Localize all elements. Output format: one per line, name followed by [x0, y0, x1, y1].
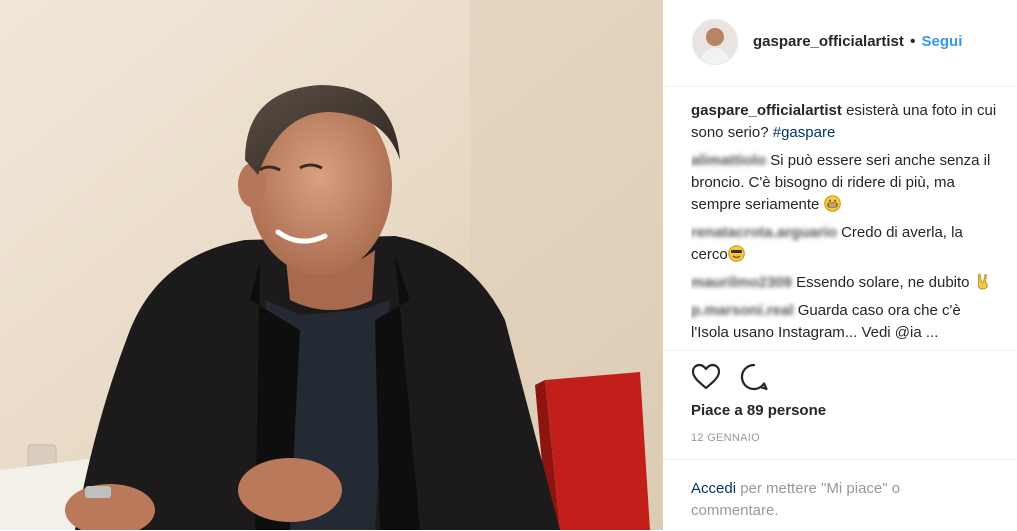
- comment-text: Essendo solare, ne dubito: [796, 274, 970, 291]
- list-item: maurilmo2309 Essendo solare, ne dubito: [691, 272, 1001, 294]
- caption: gaspare_officialartist esisterà una foto…: [691, 100, 1001, 144]
- separator-dot: •: [910, 33, 916, 50]
- comment-username[interactable]: p.marsoni.real: [691, 302, 794, 319]
- actions-divider: [663, 350, 1017, 352]
- smile-emoji-icon: [727, 245, 745, 262]
- likes-count[interactable]: Piace a 89 persone: [691, 402, 826, 419]
- comment-username[interactable]: renatacrota.arguario: [691, 224, 837, 241]
- comment-username[interactable]: alimattiolo: [691, 152, 766, 169]
- comment-icon[interactable]: [739, 362, 769, 392]
- caption-hashtag[interactable]: #gaspare: [773, 124, 836, 141]
- photo-image: [0, 0, 663, 530]
- post-side-panel: gaspare_officialartist • Segui gaspare_o…: [663, 0, 1017, 530]
- list-item: p.marsoni.real Guarda caso ora che c'è l…: [691, 300, 1001, 344]
- post-header: gaspare_officialartist • Segui: [663, 0, 1017, 87]
- comments-list[interactable]: gaspare_officialartist esisterà una foto…: [691, 100, 1001, 348]
- follow-button[interactable]: Segui: [922, 33, 963, 50]
- list-item: renatacrota.arguario Credo di averla, la…: [691, 222, 1001, 266]
- post-photo[interactable]: [0, 0, 663, 530]
- caption-username[interactable]: gaspare_officialartist: [691, 102, 842, 119]
- author-username[interactable]: gaspare_officialartist: [753, 33, 904, 50]
- post-date: 12 GENNAIO: [691, 432, 761, 444]
- login-prompt: Accedi per mettere "Mi piace" o commenta…: [691, 478, 991, 522]
- grin-emoji-icon: [823, 195, 841, 212]
- victory-hand-emoji-icon: [974, 273, 991, 290]
- avatar[interactable]: [692, 19, 738, 65]
- comment-username[interactable]: maurilmo2309: [691, 274, 792, 291]
- login-link[interactable]: Accedi: [691, 480, 736, 497]
- heart-icon[interactable]: [691, 362, 721, 392]
- login-footer: Accedi per mettere "Mi piace" o commenta…: [663, 459, 1017, 531]
- list-item: alimattiolo Si può essere seri anche sen…: [691, 150, 1001, 216]
- header-line: gaspare_officialartist • Segui: [753, 33, 962, 50]
